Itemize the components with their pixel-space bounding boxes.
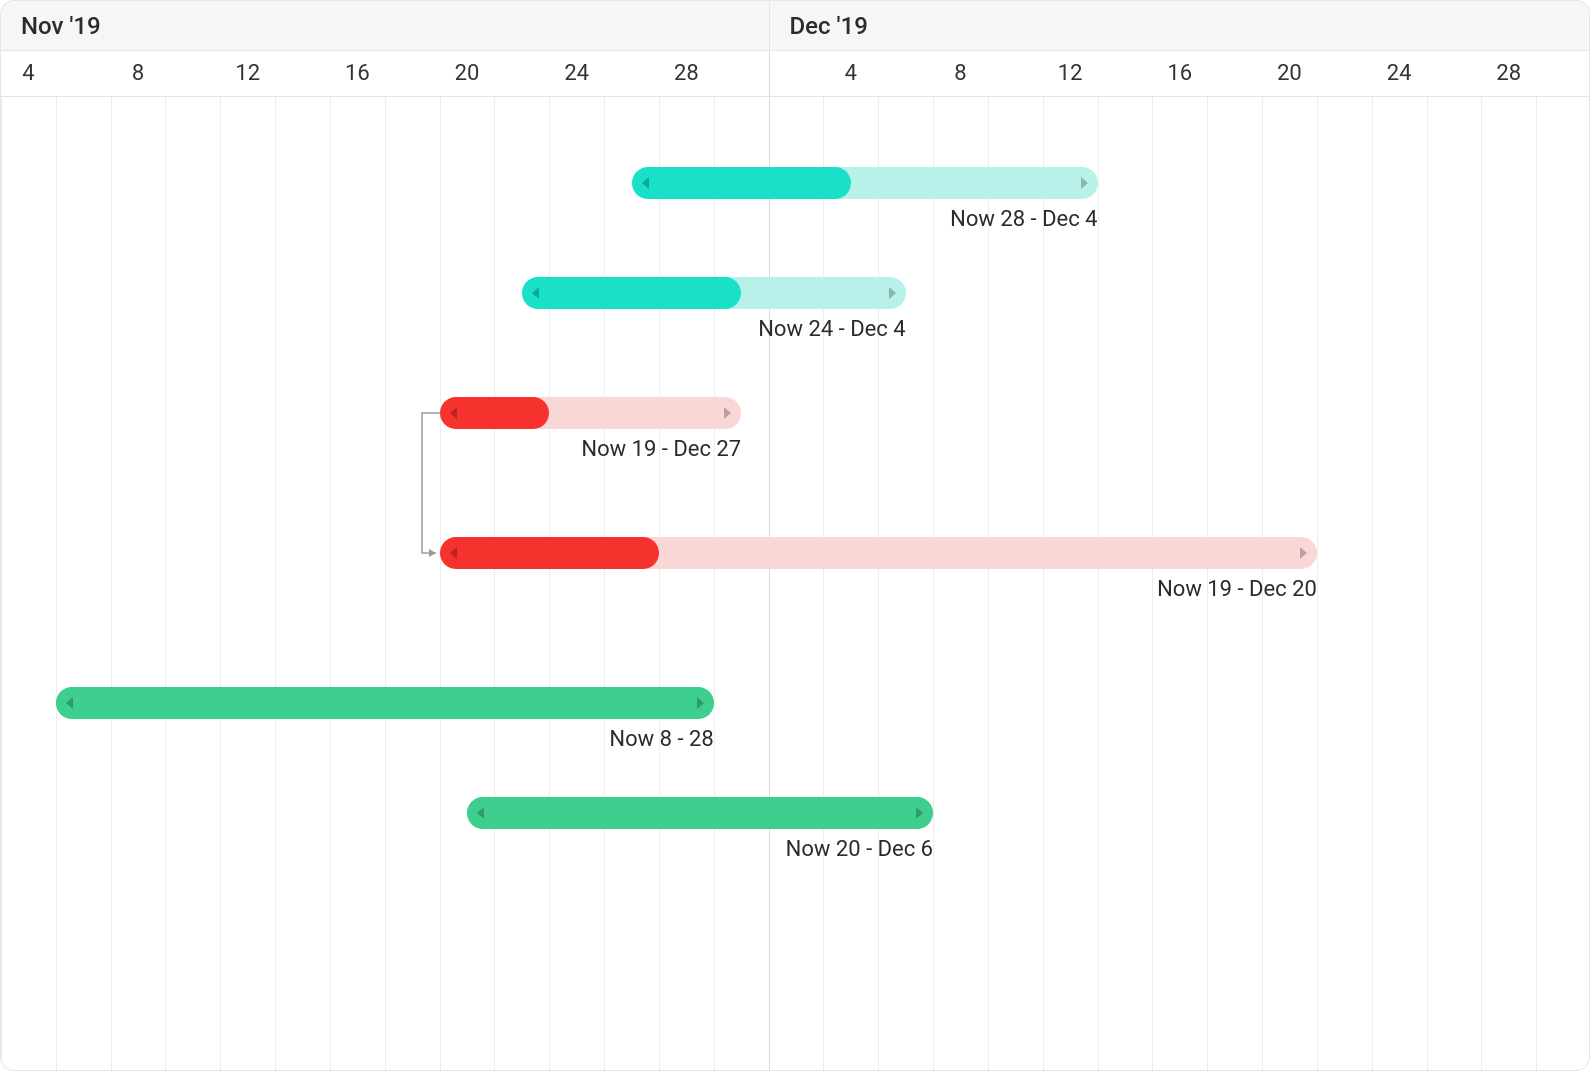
- resize-handle-right-icon[interactable]: [916, 807, 923, 819]
- day-tick: 24: [1387, 51, 1412, 96]
- resize-handle-left-icon[interactable]: [66, 697, 73, 709]
- day-tick: 24: [564, 51, 589, 96]
- gantt-bar-label: Now 28 - Dec 4: [950, 207, 1097, 232]
- day-tick: 28: [674, 51, 699, 96]
- gridline: [1536, 97, 1537, 1070]
- resize-handle-right-icon[interactable]: [889, 287, 896, 299]
- day-tick: 4: [845, 51, 857, 96]
- gridline: [1481, 97, 1482, 1070]
- gridline: [1152, 97, 1153, 1070]
- gantt-bar-label: Now 19 - Dec 27: [581, 437, 741, 462]
- month-header: Nov '19: [1, 1, 770, 50]
- gantt-body[interactable]: Now 28 - Dec 4 Now 24 - Dec 4 Now 19 - Dec…: [1, 97, 1589, 1070]
- gantt-bar-progress: [522, 277, 741, 309]
- gantt-bar-label: Now 19 - Dec 20: [1157, 577, 1317, 602]
- day-tick: 8: [132, 51, 144, 96]
- gantt-bar-progress: [440, 537, 659, 569]
- gridline: [549, 97, 550, 1070]
- gridline: [1, 97, 2, 1070]
- gantt-bar-label: Now 24 - Dec 4: [758, 317, 905, 342]
- resize-handle-right-icon[interactable]: [1300, 547, 1307, 559]
- month-divider: [769, 97, 770, 1070]
- day-tick: 20: [455, 51, 480, 96]
- gantt-bar-label: Now 20 - Dec 6: [786, 837, 933, 862]
- month-header: Dec '19: [770, 1, 1589, 50]
- gridline: [385, 97, 386, 1070]
- gantt-bar[interactable]: Now 24 - Dec 4: [522, 277, 906, 309]
- gridline: [220, 97, 221, 1070]
- gantt-bar-progress: [467, 797, 933, 829]
- gridline: [988, 97, 989, 1070]
- day-tick: 12: [235, 51, 260, 96]
- gantt-bar[interactable]: Now 28 - Dec 4: [632, 167, 1098, 199]
- gridline: [1043, 97, 1044, 1070]
- gantt-chart: Nov '19 Dec '19 4 8 12 16 20 24 28 4 8 12 16 20 24 28…: [0, 0, 1590, 1071]
- resize-handle-left-icon[interactable]: [642, 177, 649, 189]
- resize-handle-left-icon[interactable]: [450, 547, 457, 559]
- gantt-bar[interactable]: Now 20 - Dec 6: [467, 797, 933, 829]
- gantt-bar[interactable]: Now 8 - 28: [56, 687, 714, 719]
- gridline: [933, 97, 934, 1070]
- gantt-bar-progress: [632, 167, 851, 199]
- day-tick: 8: [954, 51, 966, 96]
- gantt-bar[interactable]: Now 19 - Dec 27: [440, 397, 742, 429]
- gridline: [1372, 97, 1373, 1070]
- gridline: [330, 97, 331, 1070]
- gridline: [56, 97, 57, 1070]
- month-header-row: Nov '19 Dec '19: [1, 1, 1589, 51]
- gridline: [659, 97, 660, 1070]
- resize-handle-right-icon[interactable]: [1081, 177, 1088, 189]
- gridline: [494, 97, 495, 1070]
- gridline: [714, 97, 715, 1070]
- day-tick: 12: [1058, 51, 1083, 96]
- gantt-bar-label: Now 8 - 28: [609, 727, 713, 752]
- day-tick: 16: [1167, 51, 1192, 96]
- gridline: [823, 97, 824, 1070]
- resize-handle-left-icon[interactable]: [532, 287, 539, 299]
- day-tick: 4: [22, 51, 34, 96]
- day-tick: 28: [1496, 51, 1521, 96]
- day-tick: 16: [345, 51, 370, 96]
- resize-handle-right-icon[interactable]: [697, 697, 704, 709]
- month-divider: [769, 51, 770, 96]
- gridline: [1317, 97, 1318, 1070]
- gantt-bar-progress: [56, 687, 714, 719]
- gridline: [111, 97, 112, 1070]
- resize-handle-left-icon[interactable]: [450, 407, 457, 419]
- gridline: [604, 97, 605, 1070]
- day-header-row: 4 8 12 16 20 24 28 4 8 12 16 20 24 28: [1, 51, 1589, 97]
- gridline: [440, 97, 441, 1070]
- gridline: [275, 97, 276, 1070]
- day-tick: 20: [1277, 51, 1302, 96]
- resize-handle-left-icon[interactable]: [477, 807, 484, 819]
- gridline: [878, 97, 879, 1070]
- gridline: [1098, 97, 1099, 1070]
- gridline: [165, 97, 166, 1070]
- gridline: [1427, 97, 1428, 1070]
- resize-handle-right-icon[interactable]: [724, 407, 731, 419]
- gantt-bar[interactable]: Now 19 - Dec 20: [440, 537, 1317, 569]
